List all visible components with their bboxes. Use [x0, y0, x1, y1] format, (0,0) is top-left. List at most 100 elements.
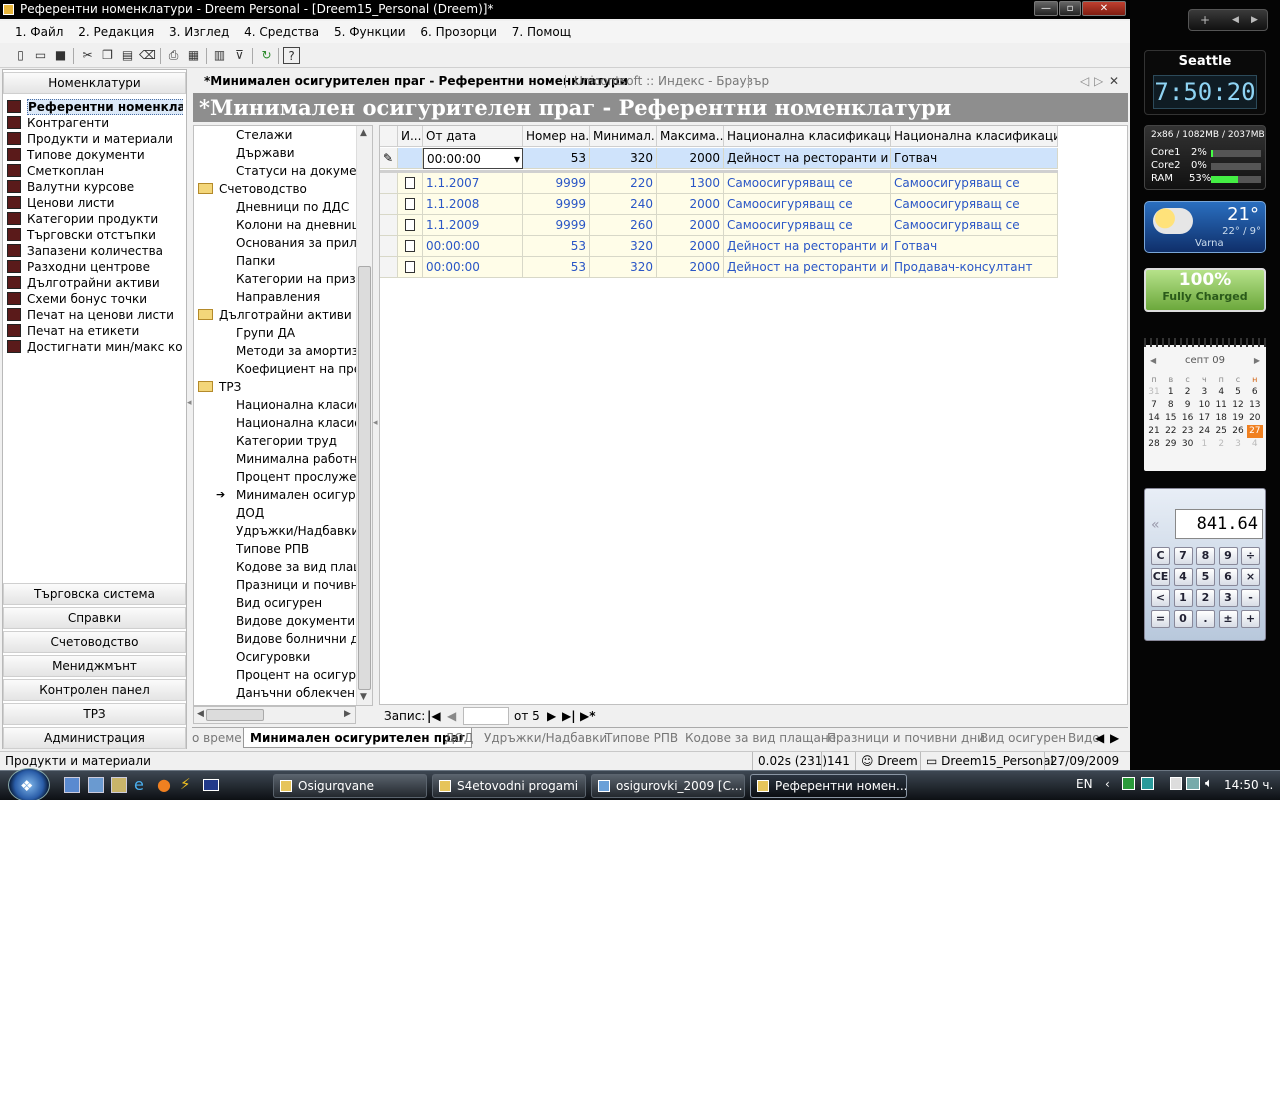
tree-item[interactable]: Категории труд — [236, 432, 356, 450]
calc-key[interactable]: . — [1196, 610, 1215, 628]
tree-item[interactable]: Методи за амортизация — [236, 342, 356, 360]
sheet-scroll-right-icon[interactable]: ▶ — [1110, 728, 1119, 748]
calc-key[interactable]: × — [1241, 568, 1260, 586]
tree-item[interactable]: Празници и почивни дни — [236, 576, 356, 594]
filter-icon[interactable]: ⊽ — [231, 47, 248, 64]
tree-item[interactable]: Типове РПВ — [236, 540, 356, 558]
tree-item[interactable]: Папки — [236, 252, 356, 270]
nav-item[interactable]: Типове документи — [7, 147, 183, 163]
calc-key[interactable]: 5 — [1196, 568, 1215, 586]
calc-key[interactable]: ÷ — [1241, 547, 1260, 565]
grid-icon[interactable]: ▥ — [211, 47, 228, 64]
nav-item[interactable]: Валутни курсове — [7, 179, 183, 195]
col-header-id[interactable]: И... — [398, 126, 423, 147]
calc-key[interactable]: 3 — [1218, 589, 1238, 607]
tab-close-icon[interactable]: ✕ — [1109, 70, 1119, 92]
battery-tray-icon[interactable] — [1170, 777, 1182, 790]
taskbar-clock[interactable]: 14:50 ч. — [1224, 778, 1273, 792]
col-header-minimum[interactable]: Минимал... — [590, 126, 657, 147]
winamp-icon[interactable]: ⚡ — [180, 775, 191, 793]
tree-item[interactable]: Вид осигурен — [236, 594, 356, 612]
nav-item[interactable]: Печат на етикети — [7, 323, 183, 339]
calc-key[interactable]: 8 — [1196, 547, 1215, 565]
calendar-day[interactable]: 7 — [1146, 399, 1162, 412]
scroll-left-icon[interactable]: ◀ — [197, 709, 204, 719]
nav-item[interactable]: Печат на ценови листи — [7, 307, 183, 323]
table-row[interactable]: 00:00:00 53 320 2000 Дейност на ресторанти и… — [380, 236, 1058, 257]
calendar-day[interactable]: 3 — [1230, 438, 1246, 451]
calendar-day[interactable]: 13 — [1247, 399, 1263, 412]
nav-item[interactable]: Дълготрайни активи — [7, 275, 183, 291]
add-gadget-icon[interactable]: + — [1200, 10, 1210, 30]
calendar-day[interactable]: 23 — [1180, 425, 1196, 438]
calendar-day[interactable]: 20 — [1247, 412, 1263, 425]
menu-tools[interactable]: 4. Средства — [244, 25, 319, 39]
calc-key[interactable]: + — [1241, 610, 1260, 628]
tree-item[interactable]: Национална класификация — [236, 396, 356, 414]
chevron-down-icon[interactable]: ▼ — [514, 149, 520, 168]
erase-icon[interactable]: ⌫ — [139, 47, 156, 64]
show-desktop-icon[interactable] — [64, 777, 80, 793]
switch-windows-icon[interactable] — [88, 777, 104, 793]
sheet-tab-min-insurance-threshold[interactable]: Минимален осигурителен праг — [243, 728, 472, 748]
firefox-icon[interactable]: ● — [157, 775, 171, 794]
from-date-dropdown[interactable]: 00:00:00 ▼ — [423, 148, 523, 169]
calendar-day[interactable]: 3 — [1196, 386, 1212, 399]
next-gadget-icon[interactable]: ▶ — [1251, 10, 1258, 30]
prev-record-icon[interactable]: ◀ — [447, 706, 456, 726]
calendar-day[interactable]: 24 — [1196, 425, 1212, 438]
sheet-scroll-left-icon[interactable]: ◀ — [1095, 728, 1104, 748]
col-header-national-classification-2[interactable]: Национална класификация... — [891, 126, 1058, 147]
tree-item[interactable]: Видове документи за самоосигуряващ се — [236, 612, 356, 630]
nav-item[interactable]: Сметкоплан — [7, 163, 183, 179]
tree-item[interactable]: Държави — [236, 144, 356, 162]
calc-key[interactable]: 7 — [1173, 547, 1193, 565]
calendar-day[interactable]: 8 — [1163, 399, 1179, 412]
scroll-up-icon[interactable]: ▲ — [360, 128, 367, 138]
tree-item[interactable]: Минимален осигурителен праг — [236, 486, 356, 504]
calendar-day[interactable]: 17 — [1196, 412, 1212, 425]
refresh-icon[interactable]: ↻ — [258, 47, 275, 64]
nav-section-control-panel[interactable]: Контролен панел — [3, 679, 186, 701]
calendar-day[interactable]: 1 — [1196, 438, 1212, 451]
nav-item[interactable]: Контрагенти — [7, 115, 183, 131]
tab-next-icon[interactable]: ▷ — [1094, 70, 1103, 92]
tree-item[interactable]: Статуси на документи — [236, 162, 356, 180]
splitter-arrow-icon[interactable]: ◂ — [373, 418, 378, 428]
table-row[interactable]: 1.1.2008 9999 240 2000 Самоосигуряващ се Само… — [380, 194, 1058, 215]
last-record-icon[interactable]: ▶| — [562, 706, 576, 726]
nav-section-administration[interactable]: Администрация — [3, 727, 186, 749]
record-number-input[interactable] — [463, 707, 509, 725]
table-row[interactable]: 1.1.2009 9999 260 2000 Самоосигуряващ се Само… — [380, 215, 1058, 236]
cut-icon[interactable]: ✂ — [79, 47, 96, 64]
calc-key[interactable]: 4 — [1173, 568, 1193, 586]
table-row[interactable]: 00:00:00 53 320 2000 Дейност на ресторанти и… — [380, 257, 1058, 278]
splitter-arrow-icon[interactable]: ◂ — [187, 398, 192, 408]
nav-item[interactable]: Категории продукти — [7, 211, 183, 227]
tree-item[interactable]: Данъчни облекчения — [236, 684, 356, 702]
calc-key[interactable]: = — [1151, 610, 1170, 628]
nav-item[interactable]: Продукти и материали — [7, 131, 183, 147]
menu-file[interactable]: 1. Файл — [15, 25, 63, 39]
calc-key[interactable]: 2 — [1196, 589, 1215, 607]
sheet-tab-rpv-types[interactable]: Типове РПВ — [605, 728, 678, 748]
calendar-day[interactable]: 19 — [1230, 412, 1246, 425]
nav-item[interactable]: Разходни центрове — [7, 259, 183, 275]
tree-item[interactable]: Основания за прилагане — [236, 234, 356, 252]
tree-item[interactable]: Дневници по ДДС — [236, 198, 356, 216]
calendar-day[interactable]: 29 — [1163, 438, 1179, 451]
calc-key[interactable]: 9 — [1218, 547, 1238, 565]
print-preview-icon[interactable]: ▦ — [185, 47, 202, 64]
nav-section-management[interactable]: Мениджмънт — [3, 655, 186, 677]
tree-item[interactable]: Кодове за вид плащане — [236, 558, 356, 576]
maximize-button[interactable]: ▫ — [1059, 1, 1081, 16]
nav-section-trade[interactable]: Търговска система — [3, 583, 186, 605]
nav-item[interactable]: Ценови листи — [7, 195, 183, 211]
calendar-day[interactable]: 2 — [1180, 386, 1196, 399]
calendar-day[interactable]: 16 — [1180, 412, 1196, 425]
nav-item[interactable]: Схеми бонус точки — [7, 291, 183, 307]
tree-item[interactable]: Коефициент на преоценка — [236, 360, 356, 378]
sheet-tab-deductions[interactable]: Удръжки/Надбавки — [484, 728, 607, 748]
tree-item[interactable]: Процент на осигуровки — [236, 666, 356, 684]
taskbar-button-referentni[interactable]: Референтни номен... — [750, 774, 907, 798]
